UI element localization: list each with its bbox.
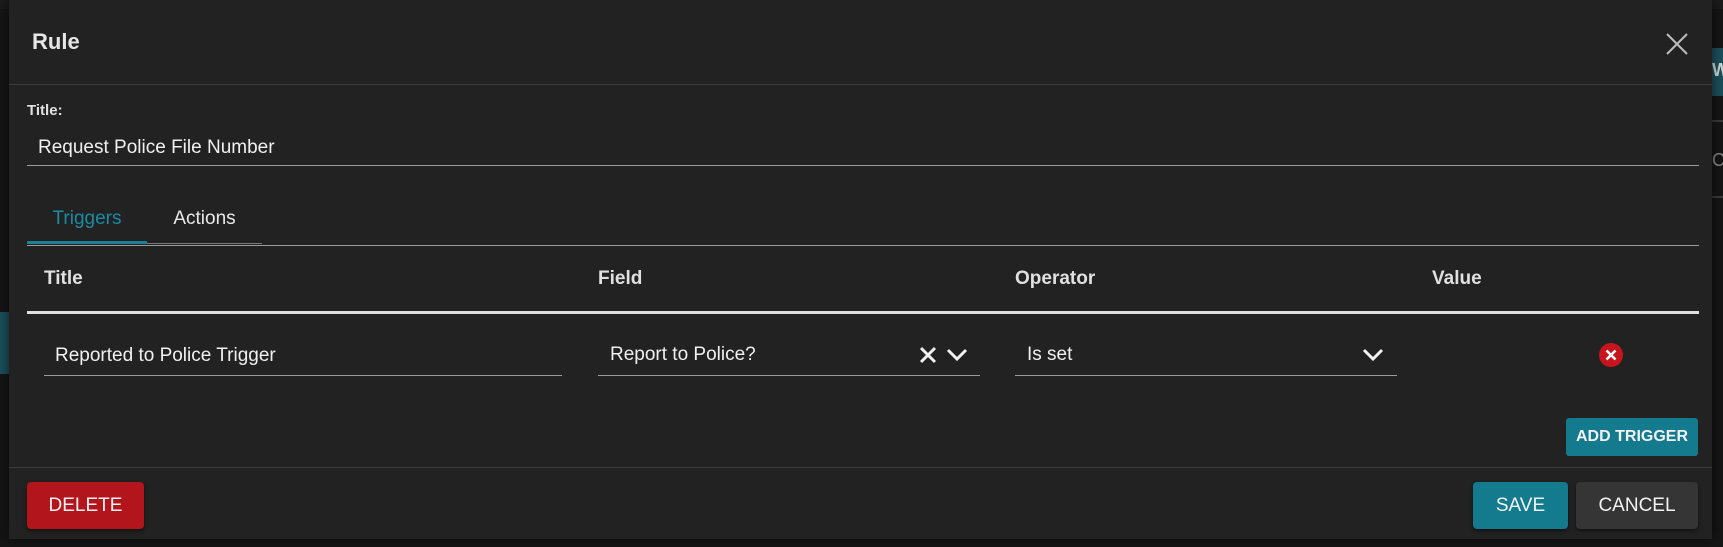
- triggers-table-header: Title Field Operator Value: [27, 246, 1699, 314]
- field-select-value: Report to Police?: [610, 344, 756, 365]
- dialog-footer: DELETE SAVE CANCEL: [9, 467, 1712, 540]
- dialog-title: Rule: [32, 29, 80, 54]
- background-divider: [1712, 196, 1723, 198]
- cancel-button[interactable]: CANCEL: [1576, 482, 1698, 529]
- tab-actions[interactable]: Actions: [147, 196, 262, 244]
- background-divider: [1712, 120, 1723, 122]
- background-right-text-2: C: [1712, 150, 1723, 170]
- tab-triggers[interactable]: Triggers: [27, 196, 147, 244]
- tab-bar: Triggers Actions: [27, 196, 1699, 246]
- clear-icon[interactable]: [917, 344, 939, 366]
- operator-select[interactable]: Is set: [1015, 336, 1397, 376]
- chevron-down-icon[interactable]: [1361, 344, 1385, 366]
- trigger-title-input[interactable]: [44, 336, 562, 376]
- close-icon: [1666, 33, 1688, 55]
- column-header-value: Value: [1432, 268, 1482, 289]
- close-button[interactable]: [1663, 30, 1691, 58]
- remove-circle-icon: [1599, 343, 1623, 367]
- rule-dialog: Rule Title: Triggers Actions Title Field…: [9, 0, 1712, 539]
- background-teal-block-left: [0, 312, 9, 374]
- chevron-down-icon[interactable]: [945, 344, 969, 366]
- save-button[interactable]: SAVE: [1473, 482, 1568, 529]
- background-right-text: W: [1712, 60, 1723, 80]
- delete-button[interactable]: DELETE: [27, 482, 144, 529]
- dialog-header: Rule: [9, 0, 1712, 85]
- column-header-title: Title: [44, 268, 83, 289]
- rule-title-input[interactable]: [27, 130, 1699, 166]
- column-header-field: Field: [598, 268, 643, 289]
- operator-select-value: Is set: [1027, 344, 1073, 365]
- add-trigger-button[interactable]: ADD TRIGGER: [1566, 418, 1698, 456]
- title-label: Title:: [27, 102, 63, 119]
- field-select[interactable]: Report to Police?: [598, 336, 980, 376]
- column-header-operator: Operator: [1015, 268, 1096, 289]
- remove-trigger-button[interactable]: [1598, 342, 1624, 368]
